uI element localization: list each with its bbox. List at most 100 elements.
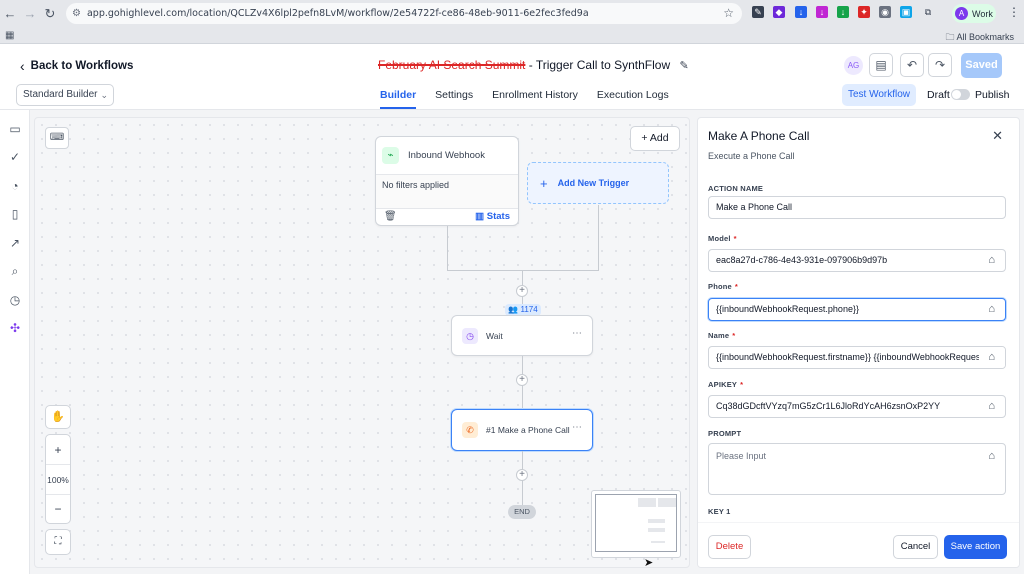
notes-button[interactable]: ▤ <box>869 53 893 77</box>
phone-label-text: Phone <box>708 282 732 291</box>
shapes-extension-icon[interactable]: ◆ <box>773 6 785 18</box>
phone-call-step-card[interactable]: ✆ #1 Make a Phone Call ⋯ <box>451 409 593 451</box>
tag-icon[interactable]: ⌂ <box>988 299 995 320</box>
workflow-title[interactable]: February AI Search Summit - Trigger Call… <box>378 58 689 72</box>
user-avatar[interactable]: AG <box>844 56 863 75</box>
browser-toolbar: ← → ↻ ⚙ app.gohighlevel.com/location/QCL… <box>0 0 1024 27</box>
redo-button[interactable]: ↷ <box>928 53 952 77</box>
add-new-trigger-button[interactable]: + Add New Trigger <box>527 162 669 204</box>
more-options-icon[interactable]: ⋯ <box>572 328 582 339</box>
wait-step-label: Wait <box>486 331 503 341</box>
chevron-left-icon: ‹ <box>20 58 25 74</box>
history-icon[interactable]: ◷ <box>8 293 22 307</box>
name-input[interactable]: {{inboundWebhookRequest.firstname}} {{in… <box>708 346 1006 369</box>
workflow-canvas[interactable]: ⌨ + Add ⌁ Inbound Webhook No filters app… <box>34 117 690 568</box>
pin-extension-icon[interactable]: ✦ <box>858 6 870 18</box>
zoom-in-button[interactable]: + <box>46 435 70 465</box>
tag-icon[interactable]: ⌂ <box>988 250 995 271</box>
tab-settings[interactable]: Settings <box>435 89 473 109</box>
test-workflow-button[interactable]: Test Workflow <box>842 84 916 106</box>
add-step-button[interactable]: + <box>516 374 528 386</box>
trigger-card[interactable]: ⌁ Inbound Webhook No filters applied 🗑 ▥… <box>375 136 519 226</box>
search-icon[interactable]: ⌕ <box>8 264 22 278</box>
camera-extension-icon[interactable]: ◉ <box>879 6 891 18</box>
minimap-node <box>648 519 665 523</box>
address-bar[interactable]: ⚙ app.gohighlevel.com/location/QCLZv4X6l… <box>66 3 742 24</box>
workflow-icon[interactable]: ✣ <box>8 321 22 335</box>
browser-menu-icon[interactable]: ⋮ <box>1008 5 1020 19</box>
tab-execution-logs[interactable]: Execution Logs <box>597 89 669 109</box>
tag-icon[interactable]: ⌂ <box>988 450 995 462</box>
model-input[interactable]: eac8a27d-c786-4e43-931e-097906b9d97b ⌂ <box>708 249 1006 272</box>
end-node: END <box>508 505 536 519</box>
trigger-header: ⌁ Inbound Webhook <box>382 147 485 164</box>
external-link-icon[interactable]: ↗ <box>8 236 22 250</box>
keyboard-icon[interactable]: ⌨ <box>45 127 69 149</box>
apikey-input[interactable]: Cq38dGDcftVYzq7mG5zCr1L6JloRdYcAH6zsnOxP… <box>708 395 1006 418</box>
tab-enrollment-history[interactable]: Enrollment History <box>492 89 578 109</box>
connector <box>447 226 448 270</box>
action-name-input[interactable]: Make a Phone Call <box>708 196 1006 219</box>
pencil-icon[interactable]: ✎ <box>679 60 688 72</box>
document-icon[interactable]: ▯ <box>8 207 22 221</box>
bookmark-star-icon[interactable]: ☆ <box>723 6 734 20</box>
pie-chart-icon[interactable]: ◔ <box>8 179 22 193</box>
chat-icon[interactable]: ▭ <box>8 122 22 136</box>
forward-arrow-icon[interactable]: → <box>20 6 40 21</box>
puzzle-extensions-icon[interactable]: ⧉ <box>922 6 934 18</box>
publish-toggle[interactable] <box>951 89 970 100</box>
builder-select[interactable]: Standard Builder ⌄ <box>16 84 114 106</box>
name-label: Name * <box>708 331 735 340</box>
reload-icon[interactable]: ↻ <box>40 6 60 22</box>
green-download-extension-icon[interactable]: ↓ <box>837 6 849 18</box>
workflow-tabs: Builder Settings Enrollment History Exec… <box>380 89 669 109</box>
prompt-label: PROMPT <box>708 429 742 438</box>
back-to-workflows-link[interactable]: ‹ Back to Workflows <box>20 58 133 74</box>
save-extension-icon[interactable]: ↓ <box>816 6 828 18</box>
pen-extension-icon[interactable]: ✎ <box>752 6 764 18</box>
add-step-button[interactable]: + <box>516 285 528 297</box>
publish-label: Publish <box>975 89 1010 101</box>
required-marker: * <box>732 331 736 340</box>
prompt-textarea[interactable]: Please Input ⌂ <box>708 443 1006 495</box>
phone-input[interactable]: {{inboundWebhookRequest.phone}} ⌂ <box>708 298 1006 321</box>
apps-grid-icon[interactable]: ▦ <box>5 30 14 41</box>
minimap[interactable] <box>591 490 681 558</box>
pan-tool-button[interactable]: ✋ <box>45 405 71 429</box>
undo-button[interactable]: ↶ <box>900 53 924 77</box>
wait-step-card[interactable]: ◷ Wait ⋯ <box>451 315 593 356</box>
check-circle-icon[interactable]: ✓ <box>8 150 22 164</box>
site-info-icon[interactable]: ⚙ <box>72 8 81 19</box>
key1-label: KEY 1 <box>708 507 731 516</box>
app-header: ‹ Back to Workflows February AI Search S… <box>0 44 1024 110</box>
saved-button[interactable]: Saved <box>961 53 1002 78</box>
more-options-icon[interactable]: ⋯ <box>572 422 582 433</box>
close-icon[interactable]: ✕ <box>992 128 1003 144</box>
add-step-button[interactable]: + <box>516 469 528 481</box>
minimap-node <box>651 541 665 543</box>
stats-label: Stats <box>486 211 510 222</box>
screen-extension-icon[interactable]: ▣ <box>900 6 912 18</box>
save-action-button[interactable]: Save action <box>944 535 1007 559</box>
minimap-node <box>638 498 656 507</box>
download-extension-icon[interactable]: ↓ <box>795 6 807 18</box>
back-arrow-icon[interactable]: ← <box>0 6 20 21</box>
all-bookmarks-label: All Bookmarks <box>956 32 1014 42</box>
add-button[interactable]: + Add <box>630 126 680 151</box>
tab-builder[interactable]: Builder <box>380 89 417 109</box>
chevron-down-icon: ⌄ <box>100 90 108 100</box>
stats-link[interactable]: ▥ Stats <box>475 211 510 222</box>
profile-chip[interactable]: A Work <box>952 4 996 23</box>
cancel-button[interactable]: Cancel <box>893 535 938 559</box>
workflow-title-rest: - Trigger Call to SynthFlow <box>525 58 671 72</box>
zoom-level: 100% <box>46 465 70 495</box>
delete-button[interactable]: Delete <box>708 535 751 559</box>
tag-icon[interactable]: ⌂ <box>988 396 995 417</box>
zoom-out-button[interactable]: − <box>46 495 70 523</box>
minimap-node <box>648 528 665 532</box>
minimap-node <box>658 498 676 507</box>
required-marker: * <box>733 234 737 243</box>
trash-icon[interactable]: 🗑 <box>384 211 397 222</box>
fit-view-button[interactable]: ⛶ <box>45 529 71 555</box>
tag-icon[interactable]: ⌂ <box>988 347 995 368</box>
